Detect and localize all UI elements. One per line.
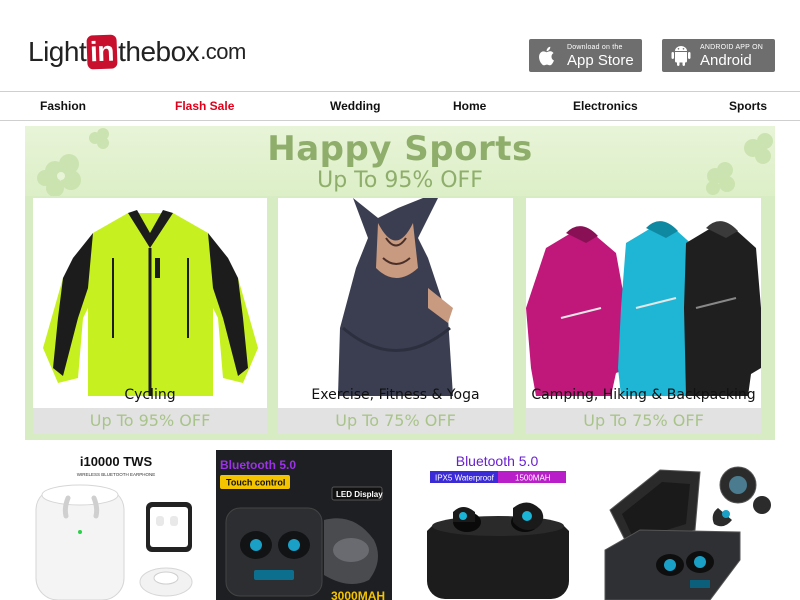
category-card-exercise-fitness-yoga[interactable]: Exercise, Fitness & Yoga Up To 75% OFF [278, 198, 513, 434]
logo-part-in: in [86, 34, 118, 70]
logo-part-com: .com [200, 39, 246, 64]
product-3-heading: Bluetooth 5.0 [456, 453, 539, 469]
touch-control-earbuds-image: Bluetooth 5.0 Touch control LED Display … [216, 450, 392, 600]
product-2-battery: 3000MAH [331, 589, 385, 600]
product-2-badge: Touch control [226, 478, 285, 488]
product-tile-led-charging-case[interactable] [600, 450, 775, 600]
category-card-camping-hiking[interactable]: Camping, Hiking & Backpacking Up To 75% … [526, 198, 761, 434]
category-nav: Fashion Flash Sale Wedding Home Electron… [0, 91, 800, 121]
android-small-label: ANDROID APP ON [700, 43, 763, 51]
nav-fashion[interactable]: Fashion [40, 99, 86, 113]
card-cycling-name: Cycling [124, 387, 176, 403]
product-tile-bluetooth-touch-control[interactable]: Bluetooth 5.0 Touch control LED Display … [216, 450, 392, 600]
ipx5-earbuds-image: Bluetooth 5.0 IPX5 Waterproof 1500MAH [427, 453, 569, 599]
nav-wedding[interactable]: Wedding [330, 99, 380, 113]
product-2-heading: Bluetooth 5.0 [220, 458, 296, 472]
product-tile-bluetooth-ipx5[interactable]: Bluetooth 5.0 IPX5 Waterproof 1500MAH [415, 450, 585, 600]
product-2-led-label: LED Display [336, 490, 383, 499]
i10000-earbuds-image: i10000 TWS WIRELESS BLUETOOTH EARPHONE [35, 454, 193, 600]
site-header: Light in thebox .com Download on the App… [0, 0, 800, 90]
logo-part-thebox: thebox [118, 36, 200, 67]
android-label: Android [700, 51, 752, 69]
charging-case-earbuds-image [604, 466, 771, 600]
logo-part-light: Light [28, 36, 87, 67]
apple-icon [537, 45, 559, 67]
nav-sports[interactable]: Sports [729, 99, 767, 113]
android-icon [670, 45, 692, 67]
nav-home[interactable]: Home [453, 99, 486, 113]
product-1-heading: i10000 TWS [80, 454, 153, 469]
card-camping-name: Camping, Hiking & Backpacking [531, 387, 756, 403]
card-exercise-offer: Up To 75% OFF [278, 408, 513, 434]
app-store-label: App Store [567, 51, 634, 69]
nav-electronics[interactable]: Electronics [573, 99, 638, 113]
banner-subtitle: Up To 95% OFF [317, 168, 483, 193]
card-exercise-name: Exercise, Fitness & Yoga [311, 387, 480, 403]
category-card-cycling[interactable]: Cycling Up To 95% OFF [33, 198, 267, 434]
banner-header: Happy Sports Up To 95% OFF [25, 126, 775, 196]
hiking-jackets-image [526, 198, 761, 396]
happy-sports-banner[interactable]: Happy Sports Up To 95% OFF Cycling Up To… [25, 126, 775, 440]
cycling-jacket-image [33, 198, 267, 396]
app-store-button[interactable]: Download on the App Store [529, 39, 642, 72]
product-3-badge-battery: 1500MAH [515, 474, 551, 483]
card-cycling-offer: Up To 95% OFF [33, 408, 267, 434]
android-app-button[interactable]: ANDROID APP ON Android [662, 39, 775, 72]
product-tile-i10000-tws[interactable]: i10000 TWS WIRELESS BLUETOOTH EARPHONE [28, 450, 200, 600]
nav-flash-sale[interactable]: Flash Sale [175, 99, 234, 113]
product-1-subheading: WIRELESS BLUETOOTH EARPHONE [77, 472, 155, 477]
product-3-badge-waterproof: IPX5 Waterproof [435, 474, 495, 483]
card-camping-offer: Up To 75% OFF [526, 408, 761, 434]
yoga-jumpsuit-image [278, 198, 513, 396]
site-logo[interactable]: Light in thebox .com [28, 34, 246, 70]
app-store-small-label: Download on the [567, 43, 623, 51]
banner-title: Happy Sports [267, 129, 533, 169]
